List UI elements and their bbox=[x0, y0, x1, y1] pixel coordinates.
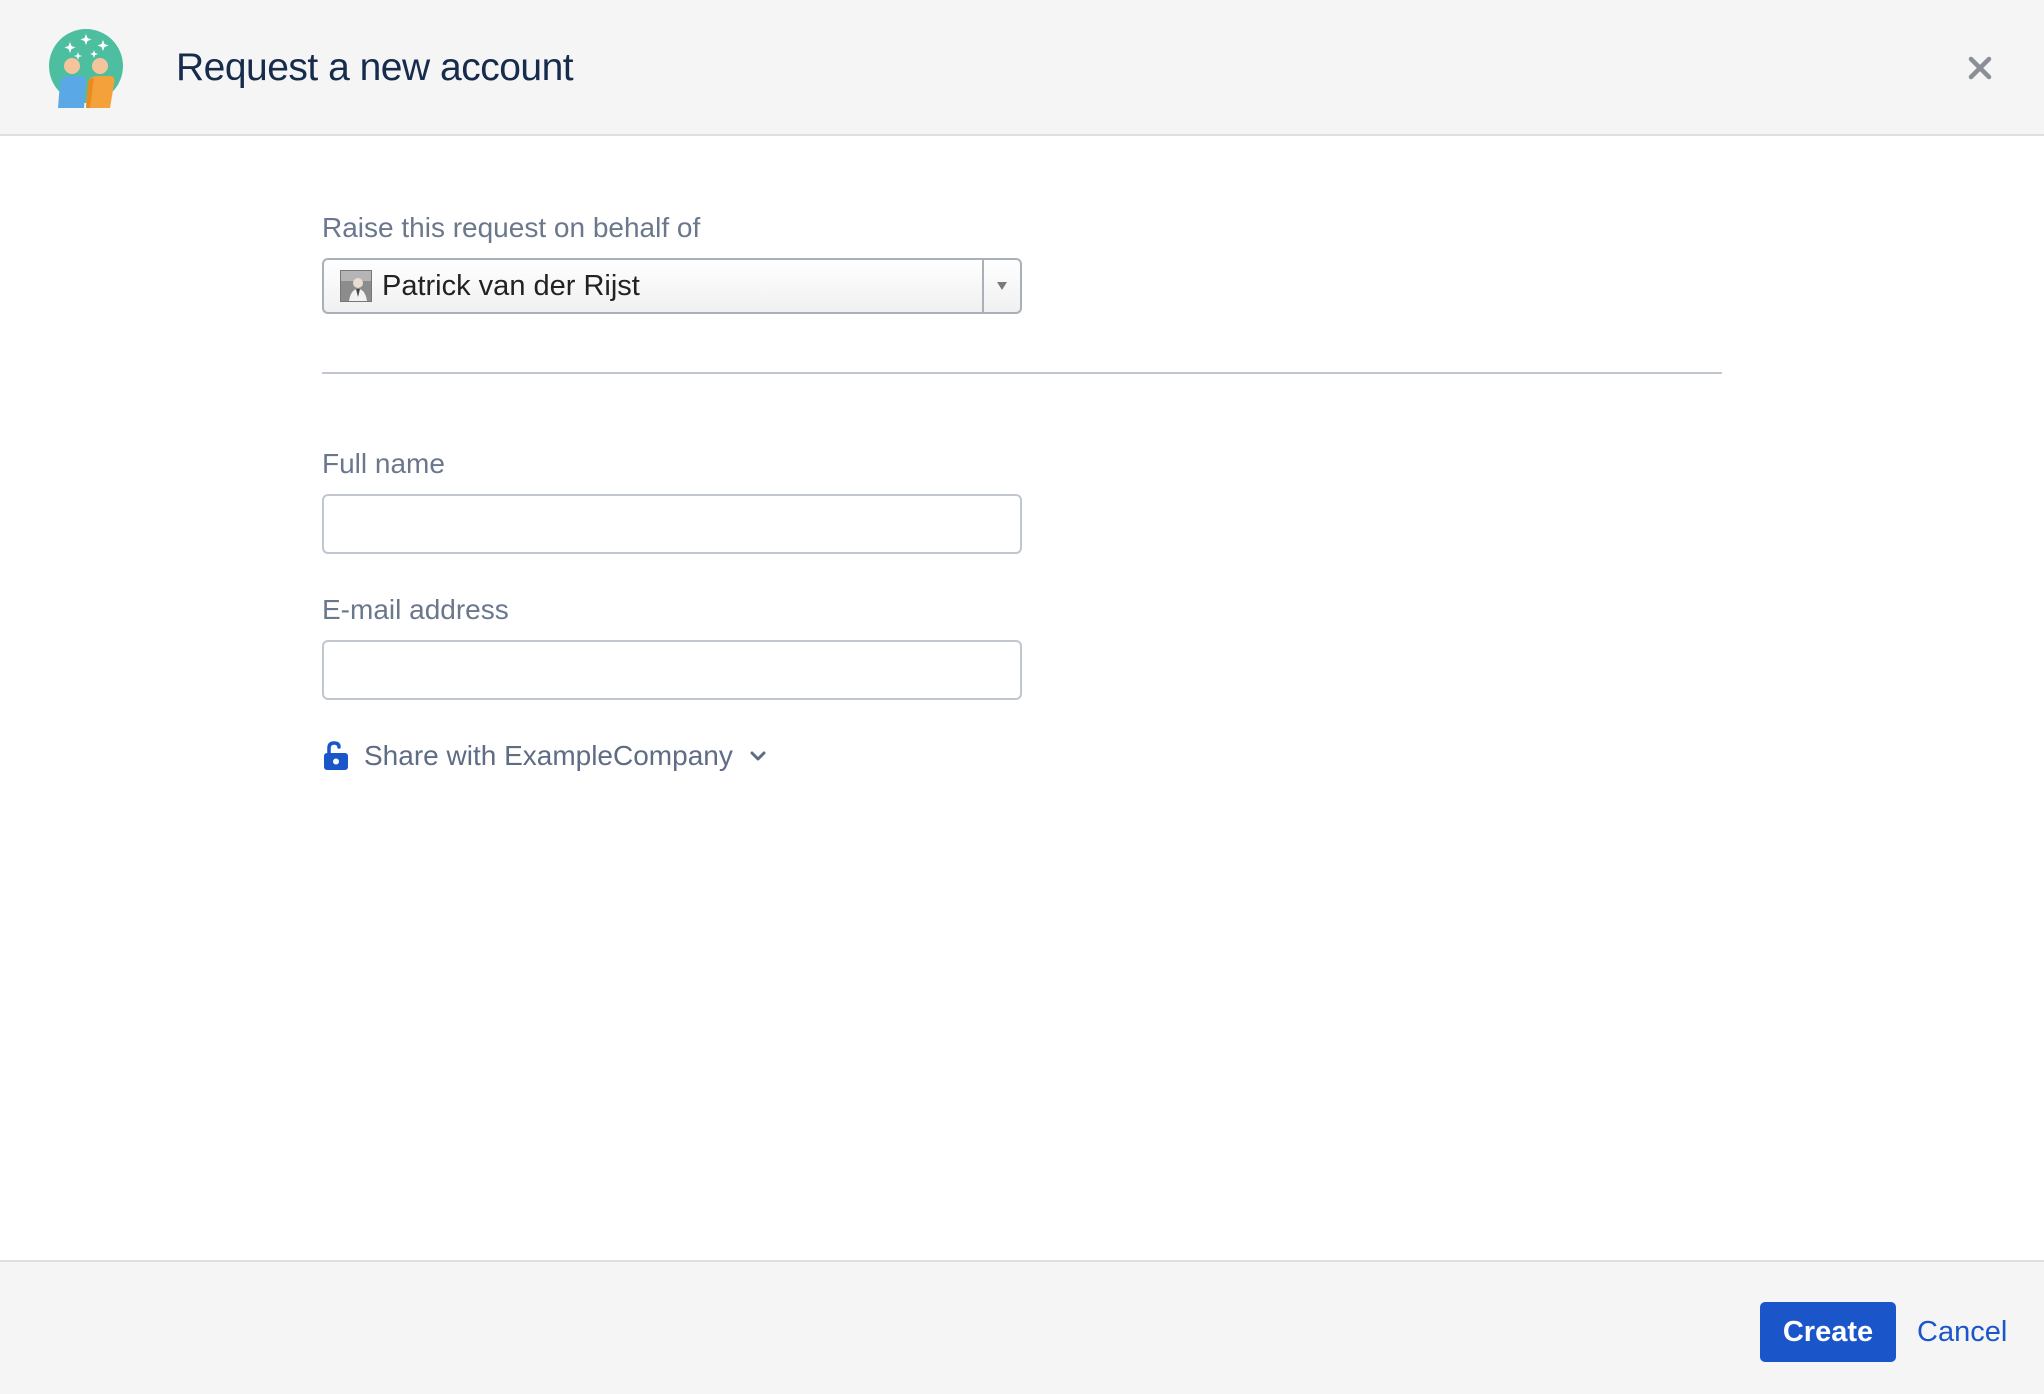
full-name-label: Full name bbox=[322, 448, 445, 479]
share-label: Share with ExampleCompany bbox=[364, 740, 733, 771]
create-button[interactable]: Create bbox=[1760, 1302, 1896, 1362]
avatar bbox=[340, 270, 372, 302]
email-label: E-mail address bbox=[322, 594, 509, 625]
email-input[interactable] bbox=[322, 640, 1022, 700]
share-toggle[interactable]: Share with ExampleCompany bbox=[322, 736, 767, 776]
cancel-link[interactable]: Cancel bbox=[1917, 1312, 2007, 1352]
dialog-header: Request a new account bbox=[0, 0, 2044, 136]
on-behalf-selected-value: Patrick van der Rijst bbox=[382, 269, 640, 302]
caret-down-icon bbox=[997, 282, 1007, 290]
request-account-dialog: Request a new account Raise this request… bbox=[0, 0, 2044, 1394]
dialog-footer: Create Cancel bbox=[0, 1260, 2044, 1394]
request-type-people-icon bbox=[48, 28, 126, 110]
select-dropdown-toggle[interactable] bbox=[982, 260, 1020, 312]
dialog-title: Request a new account bbox=[176, 46, 574, 89]
close-icon bbox=[1968, 56, 1992, 80]
chevron-down-icon bbox=[750, 751, 766, 761]
on-behalf-label: Raise this request on behalf of bbox=[322, 212, 701, 243]
on-behalf-select[interactable]: Patrick van der Rijst bbox=[322, 258, 1022, 314]
full-name-input[interactable] bbox=[322, 494, 1022, 554]
section-divider bbox=[322, 372, 1722, 374]
close-button[interactable] bbox=[1960, 48, 2000, 88]
unlock-icon bbox=[324, 741, 348, 770]
